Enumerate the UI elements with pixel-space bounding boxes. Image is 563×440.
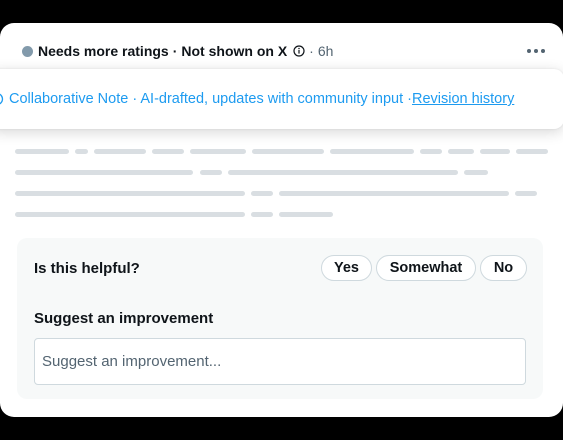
helpful-question: Is this helpful? xyxy=(34,260,140,277)
more-horizontal-icon[interactable] xyxy=(527,49,549,53)
collaborative-note-banner: Collaborative Note · AI-drafted, updates… xyxy=(0,69,563,129)
feedback-panel: Is this helpful? Yes Somewhat No Suggest… xyxy=(17,238,543,399)
revision-history-link[interactable]: Revision history xyxy=(412,91,514,107)
status-label: Needs more ratings xyxy=(38,43,169,59)
header-separator: · xyxy=(172,43,178,59)
visibility-label: Not shown on X xyxy=(181,43,288,59)
timestamp: 6h xyxy=(317,43,334,59)
suggest-improvement-label: Suggest an improvement xyxy=(34,310,214,327)
banner-text: Collaborative Note · AI-drafted, updates… xyxy=(9,91,412,107)
collaborative-note-icon xyxy=(0,92,4,106)
info-icon[interactable] xyxy=(292,45,305,58)
time-separator: · xyxy=(309,43,314,59)
somewhat-button[interactable]: Somewhat xyxy=(376,255,476,281)
yes-button[interactable]: Yes xyxy=(321,255,372,281)
no-button[interactable]: No xyxy=(480,255,527,281)
suggest-improvement-input[interactable] xyxy=(34,338,526,385)
status-dot xyxy=(22,45,33,57)
note-header: Needs more ratings · Not shown on X · 6h xyxy=(22,41,549,61)
